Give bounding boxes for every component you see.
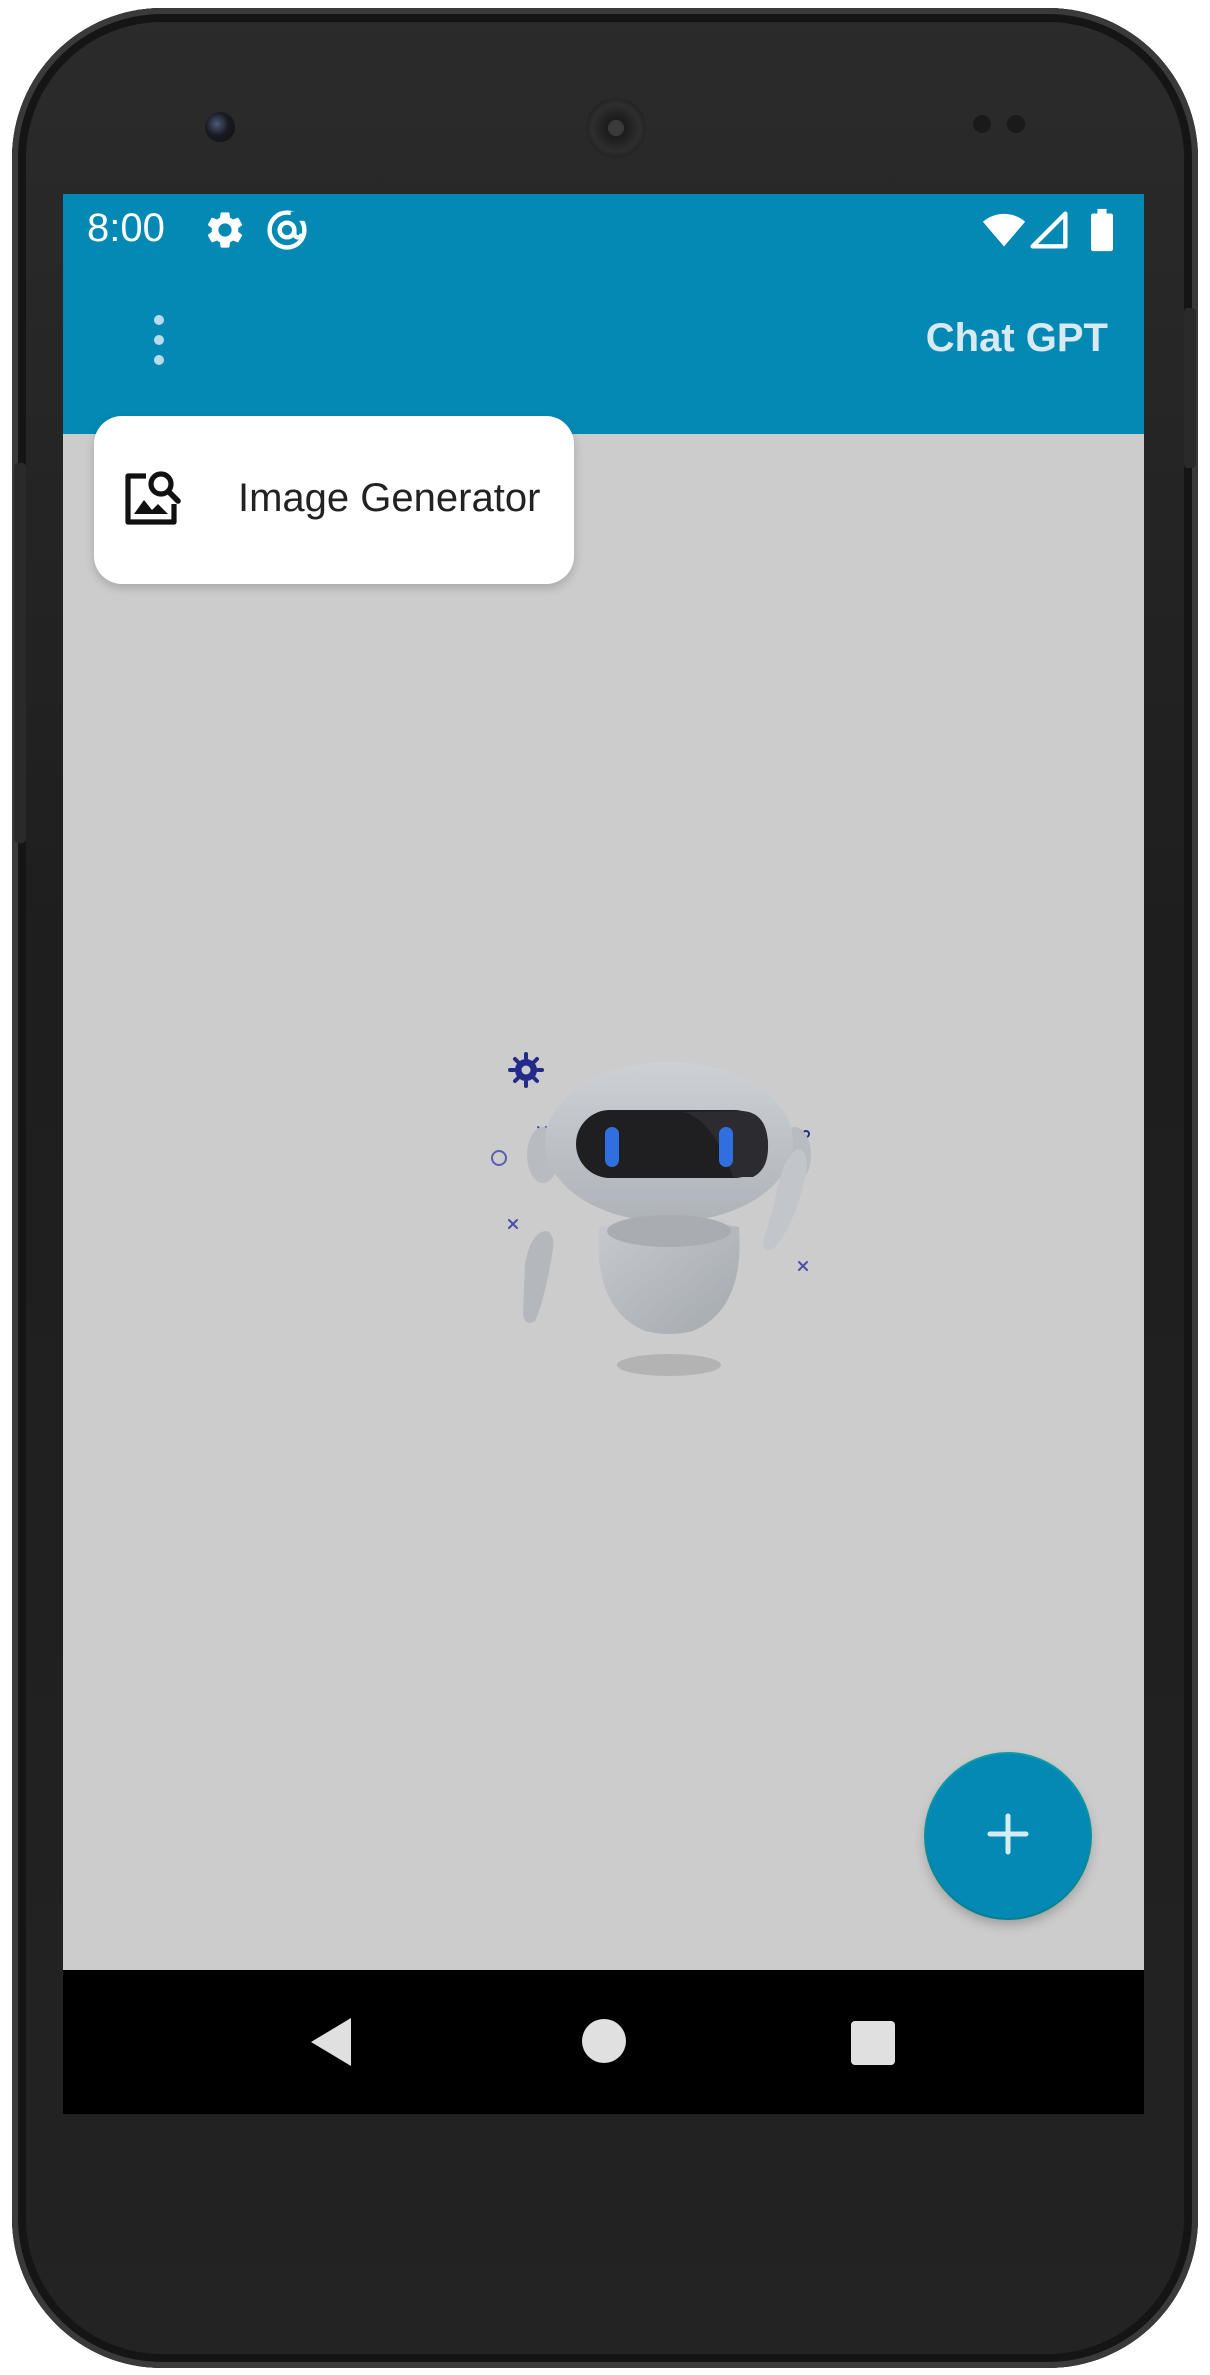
proximity-sensor bbox=[973, 115, 991, 133]
menu-item-label: Image Generator bbox=[238, 476, 541, 520]
status-time: 8:00 bbox=[87, 206, 165, 250]
app-bar: Chat GPT bbox=[63, 266, 1144, 434]
light-sensor bbox=[1007, 115, 1025, 133]
status-bar: 8:00 bbox=[63, 194, 1144, 266]
overflow-menu-button[interactable] bbox=[135, 300, 183, 380]
overflow-popup-menu: Image Generator bbox=[94, 416, 574, 584]
wifi-icon bbox=[982, 208, 1026, 257]
screen: 8:00 Chat GPT Image Generator bbox=[63, 194, 1144, 2114]
volume-button bbox=[14, 463, 26, 843]
overflow-dot bbox=[154, 355, 164, 365]
overflow-dot bbox=[154, 335, 164, 345]
earpiece-speaker bbox=[588, 100, 644, 156]
app-title: Chat GPT bbox=[925, 316, 1108, 360]
back-icon[interactable] bbox=[307, 2016, 355, 2073]
home-icon[interactable] bbox=[581, 2018, 627, 2069]
plus-icon bbox=[984, 1810, 1032, 1863]
power-button bbox=[1184, 308, 1196, 468]
navigation-bar bbox=[63, 1970, 1144, 2114]
sync-at-icon bbox=[265, 208, 309, 257]
front-camera bbox=[205, 112, 235, 142]
menu-item-image-generator[interactable]: Image Generator bbox=[94, 416, 574, 584]
robot-illustration bbox=[413, 1009, 847, 1389]
battery-icon bbox=[1089, 208, 1115, 257]
overflow-dot bbox=[154, 315, 164, 325]
cell-signal-icon bbox=[1029, 208, 1069, 257]
image-search-icon bbox=[120, 466, 184, 530]
recents-icon[interactable] bbox=[850, 2020, 896, 2071]
add-chat-button[interactable] bbox=[926, 1754, 1090, 1918]
settings-gear-icon bbox=[203, 208, 247, 257]
